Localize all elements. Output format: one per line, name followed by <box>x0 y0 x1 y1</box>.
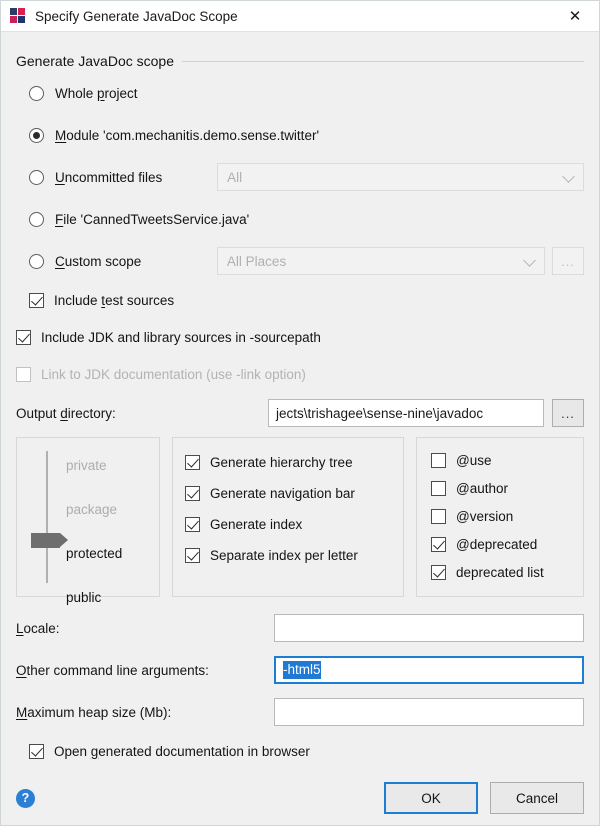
checkbox-open-in-browser[interactable] <box>29 744 44 759</box>
radio-whole-project[interactable] <box>29 86 44 101</box>
custom-scope-combo-value: All Places <box>227 254 522 269</box>
max-heap-input[interactable] <box>274 698 584 726</box>
checkbox-label-tag-use: @use <box>456 453 491 468</box>
uncommitted-files-combo-value: All <box>227 170 561 185</box>
other-args-label: Other command line arguments: <box>16 663 274 678</box>
output-directory-row: Output directory: jects\trishagee\sense-… <box>16 393 584 433</box>
checkbox-tag-version[interactable] <box>431 509 446 524</box>
checkbox-tag-author[interactable] <box>431 481 446 496</box>
visibility-level-package[interactable]: package <box>66 488 156 532</box>
visibility-level-private[interactable]: private <box>66 444 156 488</box>
intellij-idea-icon <box>10 8 26 24</box>
checkbox-row-tag-use[interactable]: @use <box>431 446 583 474</box>
locale-label: Locale: <box>16 621 274 636</box>
custom-scope-browse-button[interactable]: ... <box>552 247 584 275</box>
radio-label-uncommitted-files: Uncommitted files <box>55 170 217 185</box>
radio-file[interactable] <box>29 212 44 227</box>
scope-group-header: Generate JavaDoc scope <box>16 52 584 70</box>
checkbox-generate-hierarchy-tree[interactable] <box>185 455 200 470</box>
radio-uncommitted-files[interactable] <box>29 170 44 185</box>
checkbox-label-link-jdk-documentation: Link to JDK documentation (use -link opt… <box>41 367 306 382</box>
ok-button[interactable]: OK <box>384 782 478 814</box>
checkbox-row-generate-navigation-bar[interactable]: Generate navigation bar <box>185 478 403 509</box>
max-heap-row: Maximum heap size (Mb): <box>16 691 584 733</box>
checkbox-row-deprecated-list[interactable]: deprecated list <box>431 558 583 586</box>
checkbox-label-open-in-browser: Open generated documentation in browser <box>54 744 310 759</box>
output-directory-value: jects\trishagee\sense-nine\javadoc <box>276 406 483 421</box>
chevron-down-icon <box>561 169 577 185</box>
dialog-footer: ? OK Cancel <box>1 771 599 825</box>
checkbox-include-test-sources[interactable] <box>29 293 44 308</box>
max-heap-label: Maximum heap size (Mb): <box>16 705 274 720</box>
scope-group-label: Generate JavaDoc scope <box>16 53 182 69</box>
radio-custom-scope[interactable] <box>29 254 44 269</box>
group-divider <box>182 61 584 62</box>
checkbox-label-include-test-sources: Include test sources <box>54 293 174 308</box>
checkbox-row-include-jdk-sources[interactable]: Include JDK and library sources in -sour… <box>16 319 584 356</box>
checkbox-label-generate-hierarchy-tree: Generate hierarchy tree <box>210 455 353 470</box>
output-directory-label: Output directory: <box>16 406 268 421</box>
checkbox-row-generate-index[interactable]: Generate index <box>185 509 403 540</box>
radio-label-file: File 'CannedTweetsService.java' <box>55 212 249 227</box>
cancel-button[interactable]: Cancel <box>490 782 584 814</box>
checkbox-label-tag-deprecated: @deprecated <box>456 537 537 552</box>
checkbox-link-jdk-documentation <box>16 367 31 382</box>
checkbox-tag-deprecated[interactable] <box>431 537 446 552</box>
locale-input[interactable] <box>274 614 584 642</box>
close-icon[interactable]: ✕ <box>555 2 595 31</box>
checkbox-row-tag-version[interactable]: @version <box>431 502 583 530</box>
options-panels: private package protected public Generat… <box>16 437 584 597</box>
visibility-level-public[interactable]: public <box>66 576 156 620</box>
checkbox-label-generate-navigation-bar: Generate navigation bar <box>210 486 355 501</box>
checkbox-generate-index[interactable] <box>185 517 200 532</box>
help-icon[interactable]: ? <box>16 789 35 808</box>
radio-label-whole-project: Whole project <box>55 86 138 101</box>
checkbox-generate-navigation-bar[interactable] <box>185 486 200 501</box>
other-args-value: -html5 <box>283 661 321 679</box>
checkbox-label-deprecated-list: deprecated list <box>456 565 544 580</box>
checkbox-tag-use[interactable] <box>431 453 446 468</box>
chevron-down-icon <box>522 253 538 269</box>
checkbox-label-include-jdk-sources: Include JDK and library sources in -sour… <box>41 330 321 345</box>
radio-row-file[interactable]: File 'CannedTweetsService.java' <box>16 198 584 240</box>
title-bar: Specify Generate JavaDoc Scope ✕ <box>1 1 599 32</box>
checkbox-row-link-jdk-documentation: Link to JDK documentation (use -link opt… <box>16 356 584 393</box>
output-directory-input[interactable]: jects\trishagee\sense-nine\javadoc <box>268 399 544 427</box>
other-args-row: Other command line arguments: -html5 <box>16 649 584 691</box>
checkbox-label-tag-author: @author <box>456 481 508 496</box>
tag-options-panel: @use @author @version @deprecated deprec… <box>416 437 584 597</box>
visibility-slider-track[interactable] <box>46 451 48 583</box>
generate-options-panel: Generate hierarchy tree Generate navigat… <box>172 437 404 597</box>
output-directory-browse-button[interactable]: ... <box>552 399 584 427</box>
checkbox-row-open-in-browser[interactable]: Open generated documentation in browser <box>16 733 584 769</box>
dialog-content: Generate JavaDoc scope Whole project Mod… <box>1 32 599 771</box>
checkbox-label-tag-version: @version <box>456 509 513 524</box>
checkbox-label-generate-index: Generate index <box>210 517 302 532</box>
radio-label-module: Module 'com.mechanitis.demo.sense.twitte… <box>55 128 319 143</box>
checkbox-include-jdk-sources[interactable] <box>16 330 31 345</box>
radio-row-uncommitted-files[interactable]: Uncommitted files All <box>16 156 584 198</box>
radio-row-whole-project[interactable]: Whole project <box>16 72 584 114</box>
visibility-slider-labels: private package protected public <box>66 444 156 620</box>
checkbox-row-generate-hierarchy-tree[interactable]: Generate hierarchy tree <box>185 447 403 478</box>
visibility-slider-thumb[interactable] <box>31 533 60 548</box>
other-args-input[interactable]: -html5 <box>274 656 584 684</box>
checkbox-row-tag-deprecated[interactable]: @deprecated <box>431 530 583 558</box>
checkbox-label-separate-index-per-letter: Separate index per letter <box>210 548 358 563</box>
javadoc-scope-dialog: Specify Generate JavaDoc Scope ✕ Generat… <box>0 0 600 826</box>
checkbox-deprecated-list[interactable] <box>431 565 446 580</box>
checkbox-row-separate-index-per-letter[interactable]: Separate index per letter <box>185 540 403 571</box>
checkbox-separate-index-per-letter[interactable] <box>185 548 200 563</box>
visibility-slider-panel[interactable]: private package protected public <box>16 437 160 597</box>
radio-row-module[interactable]: Module 'com.mechanitis.demo.sense.twitte… <box>16 114 584 156</box>
radio-module[interactable] <box>29 128 44 143</box>
window-title: Specify Generate JavaDoc Scope <box>35 9 238 24</box>
radio-label-custom-scope: Custom scope <box>55 254 217 269</box>
checkbox-row-tag-author[interactable]: @author <box>431 474 583 502</box>
radio-row-custom-scope[interactable]: Custom scope All Places ... <box>16 240 584 282</box>
visibility-level-protected[interactable]: protected <box>66 532 156 576</box>
custom-scope-combo[interactable]: All Places <box>217 247 545 275</box>
checkbox-row-include-test-sources[interactable]: Include test sources <box>16 282 584 319</box>
uncommitted-files-combo[interactable]: All <box>217 163 584 191</box>
